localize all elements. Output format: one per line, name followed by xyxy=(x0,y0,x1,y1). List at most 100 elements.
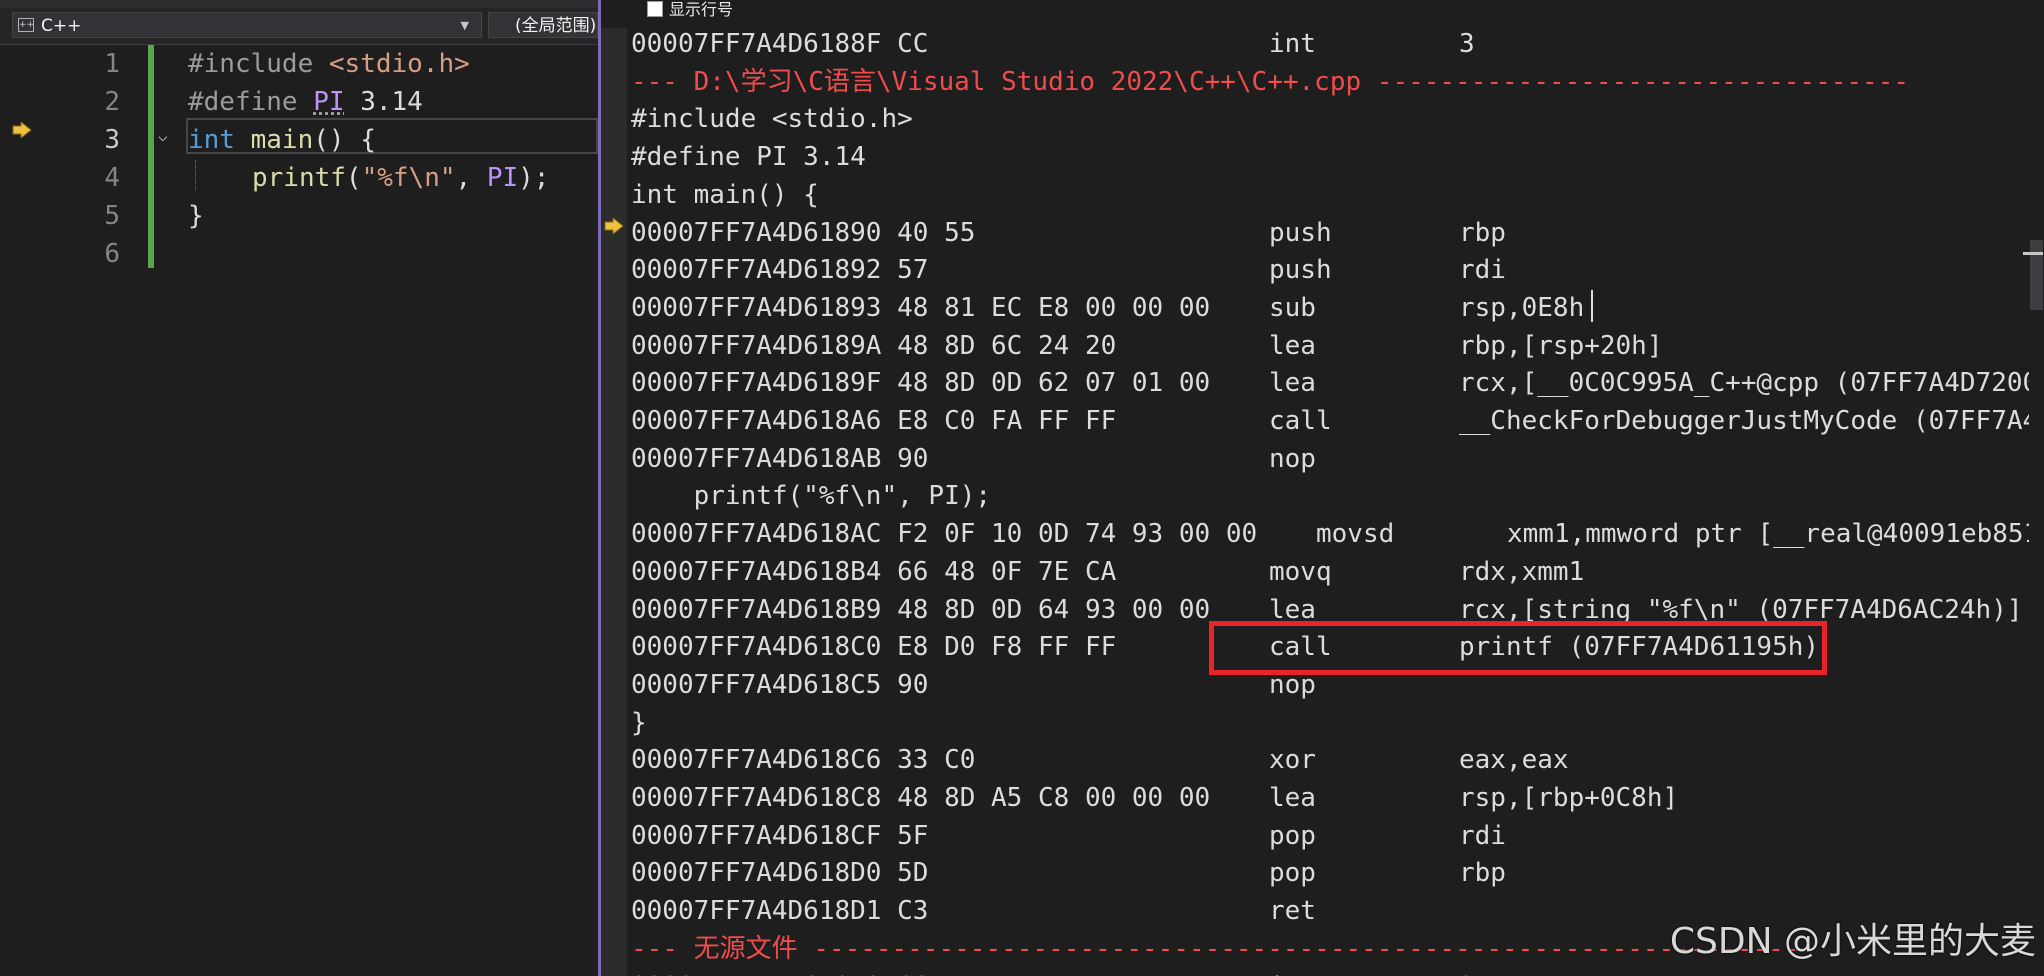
macro-name: PI xyxy=(313,87,345,117)
function-name: printf xyxy=(252,163,346,193)
operands: rbp,[rsp+20h] xyxy=(1459,330,1663,361)
code-line-5[interactable]: } xyxy=(188,197,204,235)
mnemonic: nop xyxy=(1269,443,1316,474)
address-bytes: 00007FF7A4D61890 40 55 xyxy=(631,217,976,248)
mnemonic: sub xyxy=(1269,292,1316,323)
operands: rdx,xmm1 xyxy=(1459,556,1585,587)
macro-value: 3.14 xyxy=(344,87,423,117)
address-bytes: 00007FF7A4D618D1 C3 xyxy=(631,896,929,927)
mnemonic: int xyxy=(1269,29,1316,59)
chevron-down-icon: ▼ xyxy=(460,19,469,32)
source-file-header-line[interactable]: --- D:\学习\C语言\Visual Studio 2022\C++\C++… xyxy=(631,63,1909,101)
mnemonic: int xyxy=(1269,968,1316,976)
address-bytes: 00007FF7A4D618A6 E8 C0 FA FF FF xyxy=(631,406,1117,436)
code-line-2[interactable]: #define PI 3.14 xyxy=(188,83,423,121)
operands: rcx,[__0C0C995A_C++@cpp (07FF7A4D7200 xyxy=(1459,368,2039,399)
address-bytes: 00007FF7A4D618AC F2 0F 10 0D 74 93 00 00 xyxy=(631,519,1258,550)
indent-guide xyxy=(195,160,196,190)
operands: eax,eax xyxy=(1459,745,1569,776)
address-bytes: 00007FF7A4D6188F CC xyxy=(631,29,929,59)
vertical-scrollbar[interactable] xyxy=(2029,28,2044,976)
source-file-header-line[interactable]: --- 无源文件 -------------------------------… xyxy=(631,930,1799,968)
string-literal: "%f\n" xyxy=(361,163,456,193)
collapse-chevron-icon[interactable]: ⌵ xyxy=(158,126,168,145)
line-number: 1 xyxy=(104,49,120,79)
operands: 3 xyxy=(1459,968,1475,976)
disassembly-options-bar: 显示行号 xyxy=(601,0,2044,28)
operands: rsp,0E8h xyxy=(1459,292,1585,323)
code-line-1[interactable]: #include <stdio.h> xyxy=(188,45,470,83)
operands: rdi xyxy=(1459,820,1506,851)
line-number: 5 xyxy=(104,201,120,231)
mnemonic: pop xyxy=(1269,858,1316,889)
cpp-project-icon: ++ xyxy=(18,18,35,32)
punctuation: ); xyxy=(518,163,550,193)
mnemonic: push xyxy=(1269,217,1332,248)
operands: rbp xyxy=(1459,217,1506,248)
operands: 3 xyxy=(1459,29,1475,59)
source-code-line[interactable]: #include <stdio.h> xyxy=(631,100,913,138)
operands: rdi xyxy=(1459,255,1506,286)
punctuation: , xyxy=(455,163,487,193)
closing-brace: } xyxy=(188,201,204,231)
source-code-line[interactable]: int main() { xyxy=(631,176,819,214)
project-dropdown-label: C++ xyxy=(41,16,82,36)
address-bytes: 00007FF7A4D618C8 48 8D A5 C8 00 00 00 xyxy=(631,783,1211,813)
preprocessor-directive: #define xyxy=(188,87,314,117)
disassembly-pane[interactable]: 显示行号 00007FF7A4D6188F CC int 3 --- D:\学习\C语… xyxy=(601,0,2044,976)
show-line-numbers-checkbox[interactable]: 显示行号 xyxy=(647,0,733,22)
address-bytes: 00007FF7A4D618C0 E8 D0 F8 FF FF xyxy=(631,632,1117,663)
mnemonic: movsd xyxy=(1316,519,1395,550)
address-bytes: 00007FF7A4D61893 48 81 EC E8 00 00 00 xyxy=(631,292,1211,323)
address-bytes: 00007FF7A4D618D0 5D xyxy=(631,858,929,889)
mnemonic: pop xyxy=(1269,820,1316,851)
editor-navigation-bar: ++ C++ ▼ (全局范围) xyxy=(0,8,598,45)
code-editor-pane[interactable]: ++ C++ ▼ (全局范围) 1 2 3 4 5 6 ⌵ #include <… xyxy=(0,0,598,976)
mnemonic: ret xyxy=(1269,896,1316,927)
mnemonic: xor xyxy=(1269,745,1316,776)
code-line-4[interactable]: printf("%f\n", PI); xyxy=(252,159,549,197)
checkbox-label: 显示行号 xyxy=(669,0,734,19)
disassembly-gutter xyxy=(601,28,627,976)
editor-top-strip xyxy=(0,0,598,8)
operands: __CheckForDebuggerJustMyCode (07FF7A4 xyxy=(1459,406,2039,436)
mnemonic: lea xyxy=(1269,783,1316,813)
source-code-line[interactable]: #define PI 3.14 xyxy=(631,138,866,176)
operands: xmm1,mmword ptr [__real@40091eb851 xyxy=(1507,519,2040,550)
macro-name: PI xyxy=(486,163,519,193)
project-dropdown[interactable]: ++ C++ ▼ xyxy=(12,12,482,38)
address-bytes: 00007FF7A4D6189A 48 8D 6C 24 20 xyxy=(631,330,1117,361)
indicator-margin xyxy=(0,45,40,976)
operands: rsp,[rbp+0C8h] xyxy=(1459,783,1679,813)
address-bytes: 00007FF7A4D618CF 5F xyxy=(631,820,929,851)
source-code-line[interactable]: } xyxy=(631,704,647,742)
address-bytes: 00007FF7A4D61892 57 xyxy=(631,255,929,286)
address-bytes: 00007FF7A4D6189F 48 8D 0D 62 07 01 00 xyxy=(631,368,1211,399)
preprocessor-directive: #include xyxy=(188,49,329,79)
scope-dropdown[interactable]: (全局范围) xyxy=(488,12,598,38)
watermark: CSDN @小米里的大麦 xyxy=(1669,921,2036,962)
keyword: int xyxy=(188,125,235,155)
source-code-line[interactable]: printf("%f\n", PI); xyxy=(631,477,991,515)
code-line-3[interactable]: int main() { xyxy=(188,121,376,159)
mnemonic: lea xyxy=(1269,330,1316,361)
scrollbar-position-marker xyxy=(2023,252,2043,255)
annotation-highlight-box xyxy=(1209,621,1827,675)
line-number: 6 xyxy=(104,239,120,269)
checkbox-box[interactable] xyxy=(647,1,663,17)
address-bytes: 00007FF7A4D618B9 48 8D 0D 64 93 00 00 xyxy=(631,594,1211,625)
mnemonic: movq xyxy=(1269,556,1332,587)
address-bytes: 00007FF7A4D618B4 66 48 0F 7E CA xyxy=(631,556,1117,587)
operands: rbp xyxy=(1459,858,1506,889)
punctuation: ( xyxy=(345,163,362,193)
punctuation: () { xyxy=(313,125,376,155)
line-number: 2 xyxy=(104,87,120,117)
address-bytes: 00007FF7A4D618C5 90 xyxy=(631,669,929,700)
address-bytes: 00007FF7A4D618C6 33 C0 xyxy=(631,745,976,776)
line-number: 4 xyxy=(104,163,120,193)
mnemonic: lea xyxy=(1269,368,1316,399)
saved-changes-bar xyxy=(148,45,154,268)
scrollbar-thumb[interactable] xyxy=(2030,240,2043,310)
address-bytes: 00007FF7A4D618D2 CC xyxy=(631,968,928,976)
address-bytes: 00007FF7A4D618AB 90 xyxy=(631,443,929,474)
